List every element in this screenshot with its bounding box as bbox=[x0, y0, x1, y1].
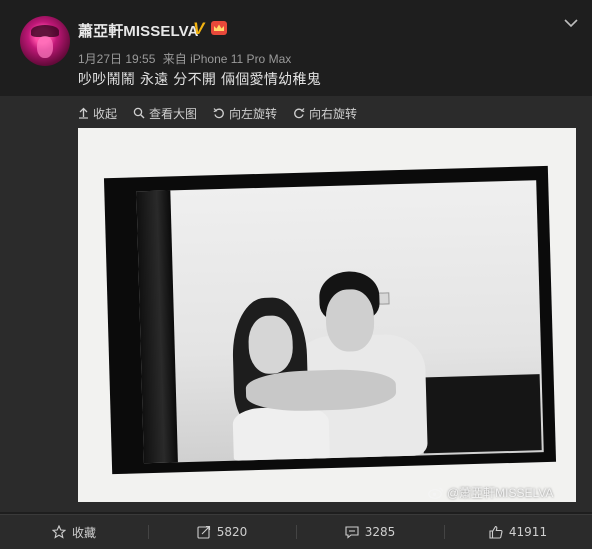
star-icon bbox=[51, 525, 66, 539]
comment-button[interactable]: 3285 bbox=[296, 515, 444, 549]
rotate-left-label: 向左旋转 bbox=[229, 106, 278, 121]
photo-scene bbox=[136, 180, 544, 464]
rotate-right-label: 向右旋转 bbox=[309, 106, 358, 121]
username-link[interactable]: 蕭亞軒MISSELVA bbox=[78, 20, 199, 41]
rotate-left-icon bbox=[213, 108, 224, 119]
favorite-button[interactable]: 收藏 bbox=[0, 515, 148, 549]
view-large-label: 查看大图 bbox=[149, 106, 198, 121]
thumbs-up-icon bbox=[489, 525, 503, 539]
post-text: 吵吵鬧鬧 永遠 分不開 倆個愛情幼稚鬼 bbox=[78, 72, 322, 88]
repost-icon bbox=[197, 525, 210, 539]
instant-photo-print bbox=[103, 165, 557, 475]
photo-curtain bbox=[136, 190, 178, 464]
rotate-right-icon bbox=[294, 108, 305, 119]
post-source: 来自 iPhone 11 Pro Max bbox=[162, 52, 292, 66]
photo-cabinet bbox=[421, 374, 542, 454]
avatar[interactable] bbox=[20, 16, 70, 66]
photo-man-face bbox=[325, 288, 375, 353]
avatar-face bbox=[37, 36, 53, 58]
repost-button[interactable]: 5820 bbox=[148, 515, 296, 549]
weibo-logo-icon bbox=[428, 487, 444, 499]
comment-count: 3285 bbox=[364, 525, 396, 539]
image-toolbar: 收起 查看大图 向左旋转 向右旋转 bbox=[78, 104, 373, 122]
magnifier-icon bbox=[133, 107, 145, 119]
image-watermark: @蕭亞軒MISSELVA bbox=[428, 484, 553, 501]
chevron-down-icon[interactable] bbox=[564, 18, 578, 28]
collapse-label: 收起 bbox=[93, 106, 118, 121]
post-date[interactable]: 1月27日 19:55 bbox=[78, 52, 155, 66]
repost-count: 5820 bbox=[216, 525, 248, 539]
like-count: 41911 bbox=[508, 525, 548, 539]
view-large-button[interactable]: 查看大图 bbox=[133, 105, 197, 122]
post-photo[interactable] bbox=[78, 128, 576, 502]
post-meta: 1月27日 19:55 来自 iPhone 11 Pro Max bbox=[78, 50, 295, 67]
comment-icon bbox=[345, 526, 359, 539]
watermark-text: @蕭亞軒MISSELVA bbox=[447, 486, 554, 500]
favorite-label: 收藏 bbox=[71, 525, 96, 540]
action-bar: 收藏 5820 3285 41911 bbox=[0, 514, 592, 549]
collapse-icon bbox=[79, 107, 88, 119]
like-button[interactable]: 41911 bbox=[444, 515, 592, 549]
rotate-left-button[interactable]: 向左旋转 bbox=[213, 105, 277, 122]
crown-icon[interactable] bbox=[211, 21, 227, 35]
collapse-button[interactable]: 收起 bbox=[78, 105, 117, 122]
rotate-right-button[interactable]: 向右旋转 bbox=[293, 105, 357, 122]
photo-woman-face bbox=[247, 315, 294, 375]
verified-badge-icon[interactable]: V bbox=[193, 19, 204, 39]
photo-woman-top bbox=[232, 406, 330, 461]
